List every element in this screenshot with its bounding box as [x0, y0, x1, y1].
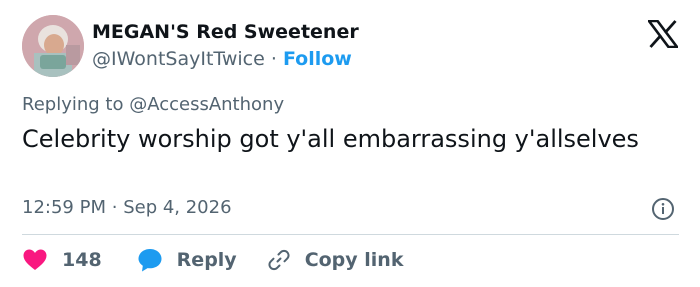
heart-icon	[22, 248, 48, 272]
tweet-text: Celebrity worship got y'all embarrassing…	[22, 125, 639, 153]
action-bar: 148 Reply Copy link	[22, 245, 403, 275]
replying-prefix: Replying to	[22, 94, 124, 115]
link-icon	[267, 248, 291, 272]
reply-label: Reply	[176, 249, 237, 271]
meta-separator: ·	[111, 197, 118, 218]
like-count: 148	[62, 249, 102, 271]
handle-row: @IWontSayItTwice · Follow	[92, 48, 352, 70]
x-logo-icon[interactable]	[646, 19, 680, 49]
avatar[interactable]	[22, 15, 84, 77]
like-button[interactable]: 148	[22, 248, 102, 272]
reply-bubble-icon	[137, 247, 163, 273]
separator: ·	[270, 48, 277, 70]
follow-button[interactable]: Follow	[283, 48, 352, 70]
tweet-time[interactable]: 12:59 PM	[22, 197, 106, 218]
copy-link-button[interactable]: Copy link	[267, 248, 404, 272]
reply-button[interactable]: Reply	[137, 247, 237, 273]
handle[interactable]: @IWontSayItTwice	[92, 48, 265, 70]
display-name[interactable]: MEGAN'S Red Sweetener	[92, 21, 359, 43]
tweet-card: MEGAN'S Red Sweetener @IWontSayItTwice ·…	[0, 0, 700, 287]
replying-to: Replying to @AccessAnthony	[22, 94, 284, 115]
divider	[22, 234, 679, 235]
copy-link-label: Copy link	[304, 249, 404, 271]
tweet-date[interactable]: Sep 4, 2026	[123, 197, 231, 218]
tweet-meta: 12:59 PM · Sep 4, 2026	[22, 197, 232, 218]
info-icon[interactable]	[651, 197, 675, 221]
reply-mention[interactable]: @AccessAnthony	[129, 94, 284, 115]
